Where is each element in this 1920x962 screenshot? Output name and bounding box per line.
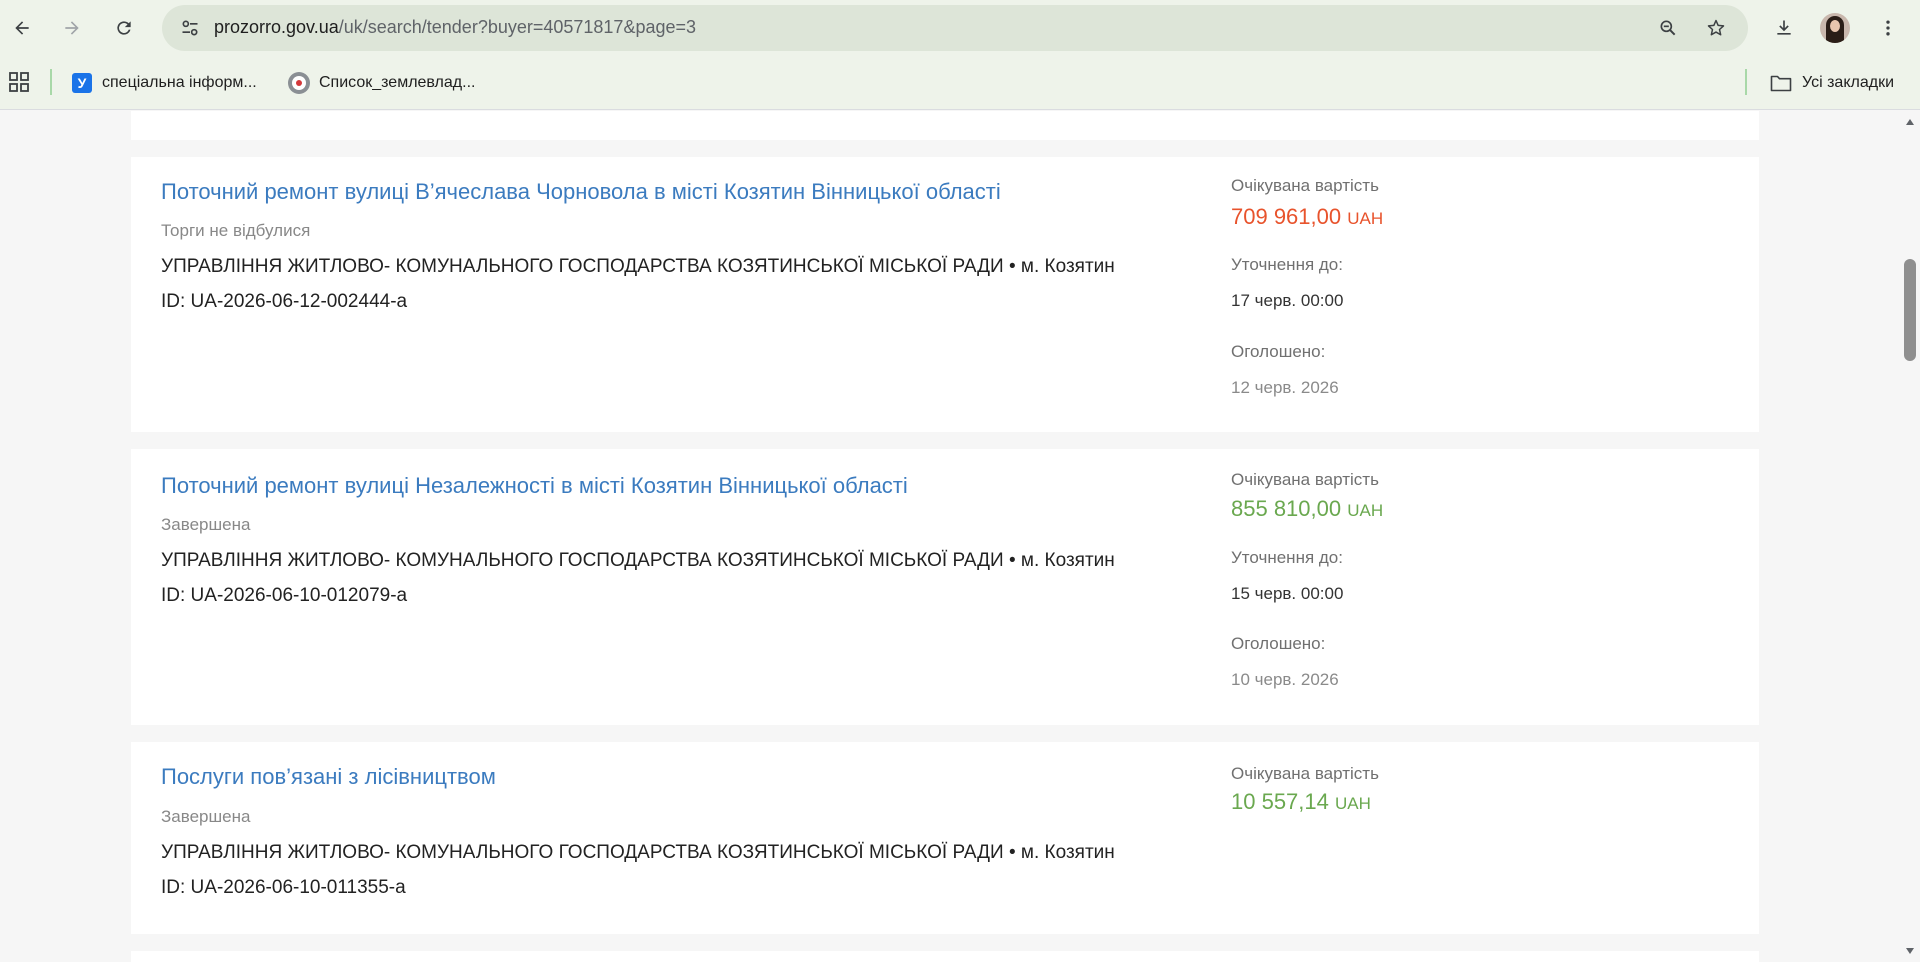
announced-label: Оголошено:	[1231, 634, 1326, 653]
clarification-date: 17 черв. 00:00	[1231, 291, 1344, 310]
menu-button[interactable]	[1870, 10, 1906, 46]
tender-id: ID: UA-2026-06-10-012079-a	[161, 585, 408, 606]
announced-date: 10 черв. 2026	[1231, 670, 1339, 689]
zoom-button[interactable]	[1650, 10, 1686, 46]
folder-icon	[1770, 75, 1792, 92]
clarification-date: 15 черв. 00:00	[1231, 584, 1344, 603]
tender-id: ID: UA-2026-06-12-002444-a	[161, 291, 408, 312]
more-vert-icon	[1886, 20, 1890, 36]
expected-value-label: Очікувана вартість	[1231, 764, 1379, 783]
url-host: prozorro.gov.ua	[214, 17, 339, 37]
tender-amount: 709 961,00 UAH	[1231, 204, 1383, 230]
tender-status: Завершена	[161, 807, 251, 826]
bookmark-special-info[interactable]: У спеціальна інформ...	[72, 69, 257, 97]
tender-card: Послуги пов’язані з лісівництвом Заверше…	[131, 742, 1759, 934]
amount-value: 855 810,00	[1231, 496, 1342, 521]
expected-value-label: Очікувана вартість	[1231, 470, 1379, 489]
browser-toolbar: prozorro.gov.ua/uk/search/tender?buyer=4…	[0, 0, 1920, 56]
site-info-button[interactable]	[172, 10, 208, 46]
bookmark-star-button[interactable]	[1698, 10, 1734, 46]
star-icon	[1707, 19, 1725, 36]
arrow-left-icon	[15, 21, 29, 35]
tender-organization: УПРАВЛІННЯ ЖИТЛОВО- КОМУНАЛЬНОГО ГОСПОДА…	[161, 550, 1115, 571]
tender-card-partial	[131, 111, 1759, 140]
tender-organization: УПРАВЛІННЯ ЖИТЛОВО- КОМУНАЛЬНОГО ГОСПОДА…	[161, 842, 1115, 863]
forward-button[interactable]	[54, 10, 90, 46]
scroll-down-button[interactable]	[1900, 942, 1920, 960]
tender-title-link[interactable]: Поточний ремонт вулиці Незалежності в мі…	[161, 473, 908, 499]
triangle-up-icon	[1906, 119, 1914, 125]
bookmark-label: спеціальна інформ...	[102, 74, 257, 91]
tender-card: Поточний ремонт вулиці Незалежності в мі…	[131, 449, 1759, 725]
tender-card: Поточний ремонт вулиці В’ячеслава Чорнов…	[131, 157, 1759, 432]
bookmarks-separator	[50, 69, 52, 95]
clarification-label: Уточнення до:	[1231, 548, 1343, 567]
tender-status: Завершена	[161, 515, 251, 534]
profile-avatar[interactable]	[1820, 13, 1850, 43]
triangle-down-icon	[1906, 948, 1914, 954]
bookmarks-bar: У спеціальна інформ... Список_землевлад.…	[0, 56, 1920, 110]
apps-grid-icon	[9, 72, 29, 92]
bookmark-label: Список_землевлад...	[319, 74, 476, 91]
all-bookmarks-label: Усі закладки	[1802, 74, 1895, 91]
tender-amount: 855 810,00 UAH	[1231, 496, 1383, 522]
bookmark-land-list[interactable]: Список_землевлад...	[288, 69, 475, 97]
amount-currency: UAH	[1347, 501, 1384, 520]
announced-label: Оголошено:	[1231, 342, 1326, 361]
page-content: Поточний ремонт вулиці В’ячеслава Чорнов…	[0, 111, 1900, 962]
download-icon	[1777, 20, 1791, 35]
url-path: /uk/search/tender?buyer=40571817&page=3	[338, 17, 697, 37]
tender-id: ID: UA-2026-06-10-011355-a	[161, 877, 406, 898]
amount-value: 10 557,14	[1231, 789, 1329, 814]
tender-amount: 10 557,14 UAH	[1231, 789, 1371, 815]
tender-title-link[interactable]: Послуги пов’язані з лісівництвом	[161, 764, 496, 790]
apps-button[interactable]	[6, 69, 32, 95]
scroll-thumb[interactable]	[1904, 259, 1916, 361]
reload-icon	[117, 21, 131, 35]
scroll-up-button[interactable]	[1900, 113, 1920, 131]
amount-currency: UAH	[1335, 794, 1371, 813]
wikimedia-icon	[288, 72, 310, 94]
amount-value: 709 961,00	[1231, 204, 1342, 229]
tune-icon	[182, 20, 198, 36]
downloads-button[interactable]	[1766, 10, 1802, 46]
reload-button[interactable]	[106, 10, 142, 46]
back-button[interactable]	[4, 10, 40, 46]
zoom-out-icon	[1660, 20, 1676, 36]
all-bookmarks-button[interactable]: Усі закладки	[1770, 69, 1894, 97]
tender-title-link[interactable]: Поточний ремонт вулиці В’ячеслава Чорнов…	[161, 179, 1001, 205]
bookmark-favicon-u: У	[72, 73, 92, 93]
arrow-right-icon	[65, 21, 79, 35]
url-text[interactable]: prozorro.gov.ua/uk/search/tender?buyer=4…	[214, 17, 696, 38]
tender-card-partial	[131, 951, 1759, 962]
bookmarks-separator	[1745, 69, 1747, 95]
tender-status: Торги не відбулися	[161, 221, 311, 240]
tender-organization: УПРАВЛІННЯ ЖИТЛОВО- КОМУНАЛЬНОГО ГОСПОДА…	[161, 256, 1115, 277]
page-scrollbar[interactable]	[1900, 111, 1920, 962]
address-bar[interactable]: prozorro.gov.ua/uk/search/tender?buyer=4…	[162, 5, 1748, 51]
amount-currency: UAH	[1347, 209, 1384, 228]
clarification-label: Уточнення до:	[1231, 255, 1343, 274]
expected-value-label: Очікувана вартість	[1231, 176, 1379, 195]
announced-date: 12 черв. 2026	[1231, 378, 1339, 397]
